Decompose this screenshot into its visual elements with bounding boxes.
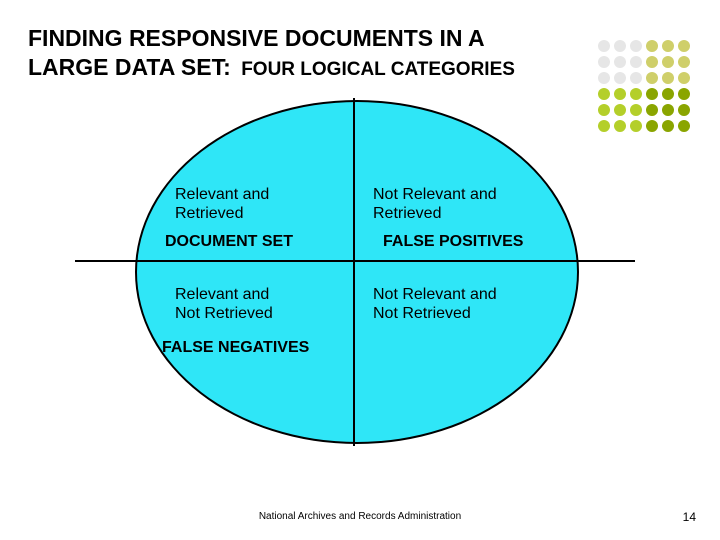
dot-icon xyxy=(678,40,690,52)
quadrant-tl-heading: Relevant and Retrieved xyxy=(175,185,269,223)
dot-icon xyxy=(662,120,674,132)
dot-icon xyxy=(614,72,626,84)
title-line-2-sub: FOUR LOGICAL CATEGORIES xyxy=(241,59,515,80)
quadrant-tl-sub: DOCUMENT SET xyxy=(165,232,293,251)
quadrant-bl-heading-l2: Not Retrieved xyxy=(175,304,273,323)
quadrant-br-heading: Not Relevant and Not Retrieved xyxy=(373,285,497,323)
dot-icon xyxy=(646,72,658,84)
dot-icon xyxy=(646,40,658,52)
dot-icon xyxy=(630,40,642,52)
dot-icon xyxy=(678,72,690,84)
quadrant-bl-sub: FALSE NEGATIVES xyxy=(162,338,309,357)
dot-icon xyxy=(598,72,610,84)
dot-icon xyxy=(598,56,610,68)
title-line-2-main: LARGE DATA SET: xyxy=(28,54,231,80)
title-line-1: FINDING RESPONSIVE DOCUMENTS IN A xyxy=(28,25,485,51)
vertical-divider xyxy=(353,98,355,446)
dot-icon xyxy=(662,56,674,68)
slide-title: FINDING RESPONSIVE DOCUMENTS IN A LARGE … xyxy=(28,24,588,82)
dot-icon xyxy=(630,56,642,68)
dot-icon xyxy=(678,120,690,132)
dot-icon xyxy=(662,104,674,116)
dot-icon xyxy=(662,88,674,100)
dot-icon xyxy=(646,88,658,100)
quadrant-tr-heading-l2: Retrieved xyxy=(373,204,497,223)
quadrant-tr-sub: FALSE POSITIVES xyxy=(383,232,523,251)
diagram-stage: Relevant and Retrieved DOCUMENT SET Not … xyxy=(50,100,650,460)
dot-icon xyxy=(678,104,690,116)
dot-icon xyxy=(598,40,610,52)
quadrant-bl-heading: Relevant and Not Retrieved xyxy=(175,285,273,323)
dot-icon xyxy=(662,72,674,84)
quadrant-tl-heading-l1: Relevant and xyxy=(175,186,269,203)
quadrant-tl-heading-l2: Retrieved xyxy=(175,204,269,223)
dot-icon xyxy=(614,56,626,68)
quadrant-tr-heading: Not Relevant and Retrieved xyxy=(373,185,497,223)
ellipse xyxy=(135,100,579,444)
quadrant-br-heading-l1: Not Relevant and xyxy=(373,286,497,303)
quadrant-tr-heading-l1: Not Relevant and xyxy=(373,186,497,203)
dot-icon xyxy=(614,88,626,100)
horizontal-divider xyxy=(75,260,635,262)
dot-icon xyxy=(646,56,658,68)
dot-icon xyxy=(678,56,690,68)
dot-icon xyxy=(614,40,626,52)
quadrant-bl-heading-l1: Relevant and xyxy=(175,286,269,303)
quadrant-br-heading-l2: Not Retrieved xyxy=(373,304,497,323)
dot-icon xyxy=(630,88,642,100)
dot-icon xyxy=(630,72,642,84)
dot-icon xyxy=(678,88,690,100)
page-number: 14 xyxy=(683,510,696,524)
dot-icon xyxy=(662,40,674,52)
footer-org: National Archives and Records Administra… xyxy=(0,511,720,522)
dot-icon xyxy=(598,88,610,100)
